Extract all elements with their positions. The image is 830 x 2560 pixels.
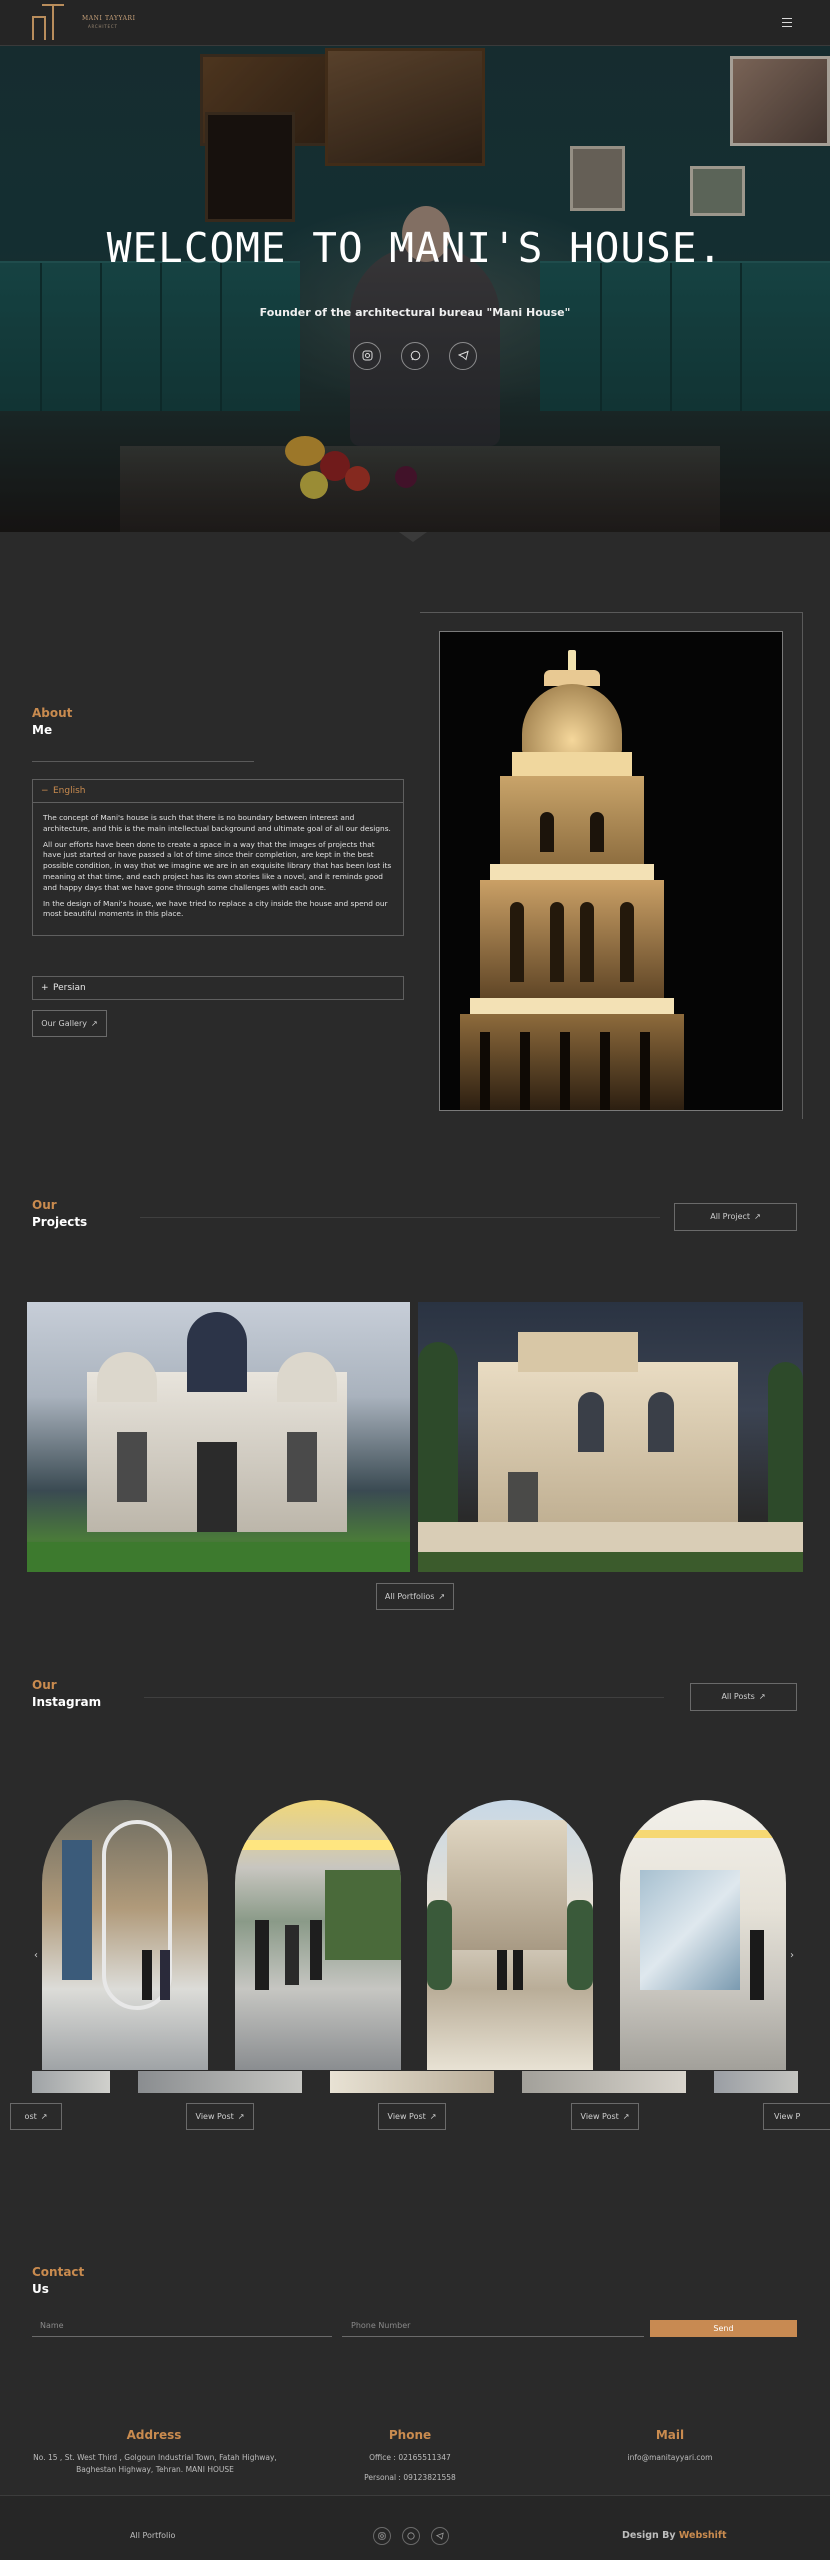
- view-post-button[interactable]: View Post ↗: [186, 2103, 254, 2130]
- view-post-label: View Post: [580, 2112, 619, 2121]
- instagram-icon[interactable]: [373, 2527, 391, 2545]
- instagram-title-top: Our: [32, 1678, 57, 1692]
- about-paragraph: All our efforts have been done to create…: [43, 839, 392, 892]
- all-portfolios-button[interactable]: All Portfolios ↗: [376, 1583, 454, 1610]
- all-project-button[interactable]: All Project ↗: [674, 1203, 797, 1231]
- instagram-post-3[interactable]: [427, 1800, 593, 2070]
- instagram-title-bottom: Instagram: [32, 1695, 102, 1709]
- project-photo-1[interactable]: [27, 1302, 410, 1572]
- accordion-english-header[interactable]: − English: [33, 780, 403, 802]
- name-input-placeholder[interactable]: Name: [40, 2321, 64, 2330]
- view-post-label: View Post: [195, 2112, 234, 2121]
- instagram-strip: [32, 2071, 110, 2093]
- hero-banner: WELCOME TO MANI'S HOUSE. Founder of the …: [0, 46, 830, 532]
- view-post-button[interactable]: View Post ↗: [571, 2103, 639, 2130]
- name-input[interactable]: [32, 2336, 332, 2337]
- about-title-bottom: Me: [32, 723, 53, 737]
- hero-title: WELCOME TO MANI'S HOUSE.: [106, 224, 724, 272]
- about-tower-photo: [439, 631, 783, 1111]
- arrow-icon: ↗: [622, 2112, 630, 2121]
- design-company-link[interactable]: Webshift: [679, 2530, 727, 2541]
- phone-heading: Phone: [388, 2428, 432, 2442]
- whatsapp-icon[interactable]: [402, 2527, 420, 2545]
- view-post-button[interactable]: View P: [763, 2103, 830, 2130]
- instagram-post-4[interactable]: [620, 1800, 786, 2070]
- hero-notch: [399, 532, 427, 542]
- mail-address[interactable]: info@manitayyari.com: [570, 2452, 770, 2464]
- expand-icon: +: [41, 983, 49, 993]
- logo-mark: [30, 4, 64, 42]
- arrow-icon: ↗: [40, 2112, 48, 2121]
- send-button[interactable]: Send: [650, 2320, 797, 2337]
- gallery-button-label: Our Gallery: [41, 1019, 87, 1028]
- instagram-post-1[interactable]: [42, 1800, 208, 2070]
- address-line-1: No. 15 , St. West Third , Golgoun Indust…: [33, 2453, 277, 2462]
- site-logo[interactable]: MANI TAYYARI ARCHITECT: [30, 4, 135, 42]
- collapse-icon: −: [41, 786, 49, 796]
- accordion-persian-label: Persian: [53, 983, 86, 993]
- project-photo-2[interactable]: [418, 1302, 803, 1572]
- about-divider: [32, 761, 254, 762]
- hero-socials: [353, 342, 477, 370]
- personal-phone[interactable]: Personal : 09123821558: [310, 2472, 510, 2484]
- all-posts-label: All Posts: [721, 1692, 755, 1701]
- projects-title-bottom: Projects: [32, 1215, 88, 1229]
- office-phone[interactable]: Office : 02165511347: [310, 2452, 510, 2464]
- instagram-icon[interactable]: [353, 342, 381, 370]
- accordion-english: − English The concept of Mani's house is …: [32, 779, 404, 937]
- arrow-icon: ↗: [91, 1019, 98, 1028]
- logo-name: MANI TAYYARI: [82, 15, 136, 22]
- instagram-post-2[interactable]: [235, 1800, 401, 2070]
- carousel-prev-icon[interactable]: ‹: [34, 1950, 38, 1961]
- address-line-2: Baghestan Highway, Tehran. MANI HOUSE: [76, 2465, 234, 2474]
- telegram-icon[interactable]: [431, 2527, 449, 2545]
- instagram-strip: [522, 2071, 686, 2093]
- hero-subtitle: Founder of the architectural bureau "Man…: [259, 306, 571, 319]
- all-portfolio-link[interactable]: All Portfolio: [130, 2531, 175, 2540]
- projects-title-top: Our: [32, 1198, 57, 1212]
- whatsapp-icon[interactable]: [401, 342, 429, 370]
- about-title-top: About: [32, 706, 73, 720]
- instagram-strip: [330, 2071, 494, 2093]
- about-paragraph: The concept of Mani's house is such that…: [43, 813, 391, 833]
- instagram-strip: [714, 2071, 798, 2093]
- all-posts-button[interactable]: All Posts ↗: [690, 1683, 797, 1711]
- phone-input[interactable]: [342, 2336, 644, 2337]
- contact-title-bottom: Us: [32, 2282, 49, 2296]
- view-post-label: ost: [24, 2112, 37, 2121]
- accordion-persian: + Persian: [32, 976, 404, 1000]
- hero-overlay: [0, 46, 830, 532]
- instagram-strip: [138, 2071, 302, 2093]
- accordion-english-label: English: [53, 786, 86, 796]
- phone-input-placeholder[interactable]: Phone Number: [351, 2321, 410, 2330]
- our-gallery-button[interactable]: Our Gallery ↗: [32, 1010, 107, 1037]
- arrow-icon: ↗: [754, 1212, 761, 1221]
- arrow-icon: ↗: [438, 1592, 446, 1601]
- site-header: MANI TAYYARI ARCHITECT: [0, 0, 830, 46]
- view-post-label: View P: [774, 2112, 801, 2121]
- contact-title-top: Contact: [32, 2265, 85, 2279]
- design-by-label: Design By: [622, 2530, 676, 2541]
- accordion-persian-header[interactable]: + Persian: [33, 977, 403, 999]
- accordion-english-body: The concept of Mani's house is such that…: [33, 802, 403, 935]
- arrow-icon: ↗: [429, 2112, 437, 2121]
- arrow-icon: ↗: [758, 1692, 766, 1701]
- arrow-icon: ↗: [237, 2112, 245, 2121]
- design-credit: Design By Webshift: [622, 2530, 727, 2541]
- instagram-divider: [144, 1697, 664, 1698]
- telegram-icon[interactable]: [449, 342, 477, 370]
- about-paragraph: In the design of Mani's house, we have t…: [43, 898, 388, 919]
- all-project-label: All Project: [710, 1212, 751, 1221]
- hamburger-icon[interactable]: [782, 16, 794, 28]
- mail-heading: Mail: [655, 2428, 685, 2442]
- view-post-label: View Post: [387, 2112, 426, 2121]
- address-heading: Address: [126, 2428, 182, 2442]
- logo-subtitle: ARCHITECT: [88, 24, 118, 29]
- projects-divider: [140, 1217, 660, 1218]
- all-portfolios-label: All Portfolios: [384, 1592, 435, 1601]
- view-post-button[interactable]: View Post ↗: [378, 2103, 446, 2130]
- carousel-next-icon[interactable]: ›: [790, 1950, 794, 1961]
- view-post-button[interactable]: ost ↗: [10, 2103, 62, 2130]
